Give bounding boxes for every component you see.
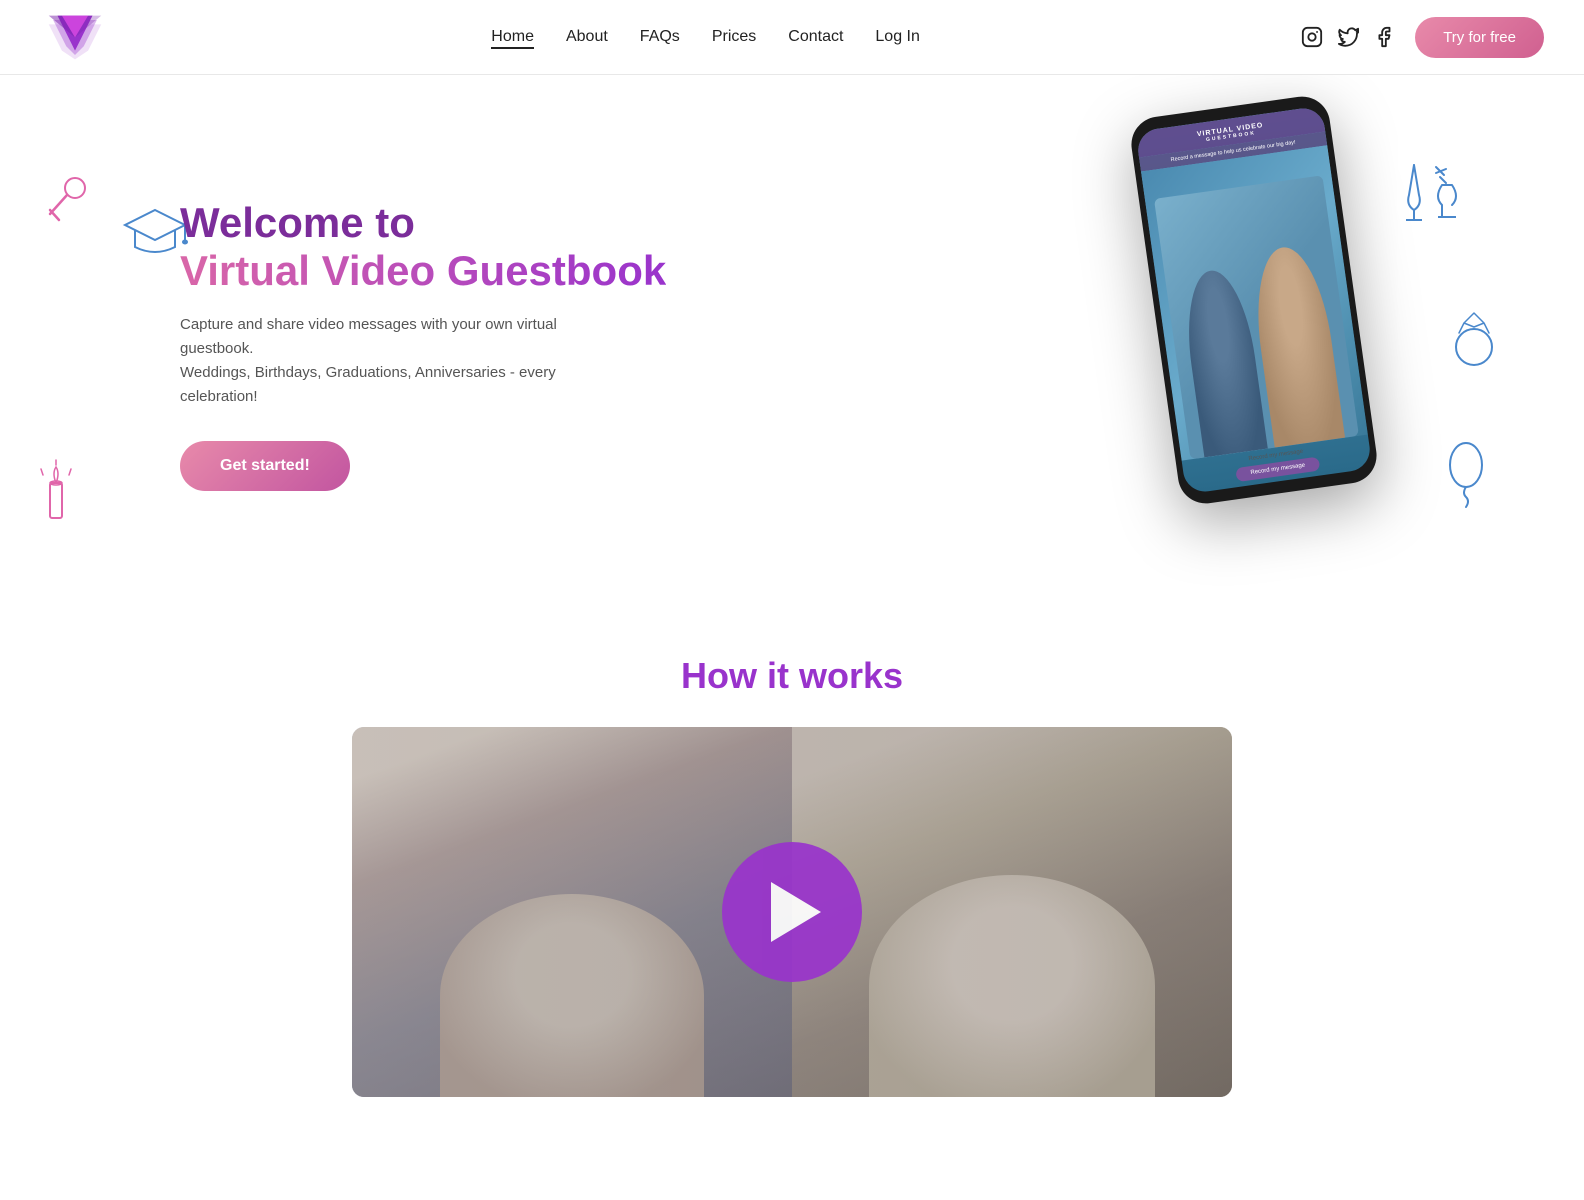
- phone-mockup: VIRTUAL VIDEO GUESTBOOK Record a message…: [1154, 105, 1354, 495]
- nav-item-prices[interactable]: Prices: [712, 28, 756, 46]
- hero-title-line1: Welcome to: [180, 199, 415, 246]
- play-circle: [722, 842, 862, 982]
- phone-screen: VIRTUAL VIDEO GUESTBOOK Record a message…: [1135, 106, 1372, 495]
- instagram-icon[interactable]: [1301, 26, 1323, 48]
- hero-content: Welcome to Virtual Video Guestbook Captu…: [180, 199, 666, 491]
- nav-item-faqs[interactable]: FAQs: [640, 28, 680, 46]
- twitter-icon[interactable]: [1337, 26, 1359, 48]
- phone-outer: VIRTUAL VIDEO GUESTBOOK Record a message…: [1128, 93, 1380, 507]
- logo[interactable]: [40, 10, 110, 65]
- play-button[interactable]: [722, 842, 862, 982]
- hero-title: Welcome to Virtual Video Guestbook: [180, 199, 666, 295]
- nav-item-about[interactable]: About: [566, 28, 608, 46]
- try-for-free-button[interactable]: Try for free: [1415, 17, 1544, 58]
- champagne-icon: [1384, 155, 1464, 240]
- ring-icon: [1444, 305, 1504, 375]
- pingpong-icon: [45, 170, 100, 230]
- play-triangle-icon: [771, 882, 821, 942]
- hero-title-line2: Virtual Video Guestbook: [180, 247, 666, 294]
- navbar: Home About FAQs Prices Contact Log In: [0, 0, 1584, 75]
- video-section[interactable]: [352, 727, 1232, 1097]
- nav-item-contact[interactable]: Contact: [788, 28, 843, 46]
- hero-section: Welcome to Virtual Video Guestbook Captu…: [0, 75, 1584, 595]
- how-it-works-section: How it works: [0, 595, 1584, 1097]
- nav-item-login[interactable]: Log In: [875, 28, 919, 46]
- social-icons: [1301, 26, 1395, 48]
- candle-icon: [38, 455, 73, 530]
- nav-item-home[interactable]: Home: [491, 28, 534, 46]
- facebook-icon[interactable]: [1373, 26, 1395, 48]
- how-it-works-title: How it works: [20, 655, 1564, 697]
- get-started-button[interactable]: Get started!: [180, 441, 350, 491]
- nav-right: Try for free: [1301, 17, 1544, 58]
- hero-subtitle: Capture and share video messages with yo…: [180, 313, 610, 409]
- nav-links: Home About FAQs Prices Contact Log In: [491, 28, 920, 46]
- balloon-icon: [1444, 435, 1489, 520]
